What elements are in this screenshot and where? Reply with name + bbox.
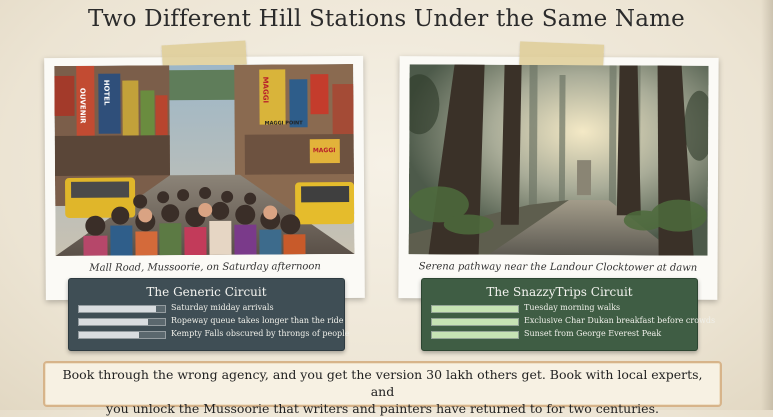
- row-label: Kempty Falls obscured by throngs of peop…: [171, 329, 350, 338]
- photo-card-mall-road: OUVENIR HOTEL MAGGI MAGGI POINT MAGGI Ma…: [44, 40, 365, 301]
- sign-text: MAGGI: [313, 147, 336, 154]
- generic-circuit-panel: The Generic Circuit Saturday midday arri…: [68, 278, 349, 351]
- level-bar: [78, 305, 166, 313]
- photo-caption: Mall Road, Mussoorie, on Saturday aftern…: [89, 261, 321, 274]
- page-title: Two Different Hill Stations Under the Sa…: [88, 6, 685, 32]
- mall-road-crowd-photo: OUVENIR HOTEL MAGGI MAGGI POINT MAGGI: [54, 63, 355, 257]
- panel-row: Sunset from George Everest Peak: [422, 328, 697, 340]
- level-bar: [78, 331, 166, 339]
- forest-pathway-photo: [408, 64, 709, 256]
- page-edge-shadow: [761, 0, 773, 410]
- level-bar: [431, 318, 519, 326]
- sign-text: OUVENIR: [78, 88, 86, 124]
- photo-caption: Serena pathway near the Landour Clocktow…: [418, 261, 698, 274]
- sign-text: MAGGI: [261, 77, 269, 104]
- row-label: Saturday midday arrivals: [171, 303, 274, 312]
- level-bar: [431, 331, 519, 339]
- row-label: Tuesday morning walks: [524, 303, 621, 312]
- sign-text: MAGGI POINT: [265, 120, 304, 126]
- row-label: Ropeway queue takes longer than the ride: [171, 316, 344, 325]
- photo-card-landour: Serena pathway near the Landour Clocktow…: [398, 41, 719, 300]
- panel-row: Ropeway queue takes longer than the ride: [69, 315, 344, 327]
- snazzytrips-circuit-panel: The SnazzyTrips Circuit Tuesday morning …: [421, 278, 715, 351]
- panel-row: Exclusive Char Dukan breakfast before cr…: [422, 315, 715, 327]
- level-bar: [431, 305, 519, 313]
- panel-title: The Generic Circuit: [146, 285, 267, 299]
- panel-row: Kempty Falls obscured by throngs of peop…: [69, 328, 349, 340]
- level-bar: [78, 318, 166, 326]
- footer-line: you unlock the Mussoorie that writers an…: [106, 401, 659, 416]
- panel-row: Tuesday morning walks: [422, 302, 697, 314]
- row-label: Sunset from George Everest Peak: [524, 329, 662, 338]
- sign-text: HOTEL: [102, 80, 110, 106]
- panel-title: The SnazzyTrips Circuit: [486, 285, 633, 299]
- row-label: Exclusive Char Dukan breakfast before cr…: [524, 316, 716, 325]
- footer-callout: Book through the wrong agency, and you g…: [43, 361, 722, 416]
- panel-row: Saturday midday arrivals: [69, 302, 344, 314]
- footer-line: Book through the wrong agency, and you g…: [62, 367, 703, 399]
